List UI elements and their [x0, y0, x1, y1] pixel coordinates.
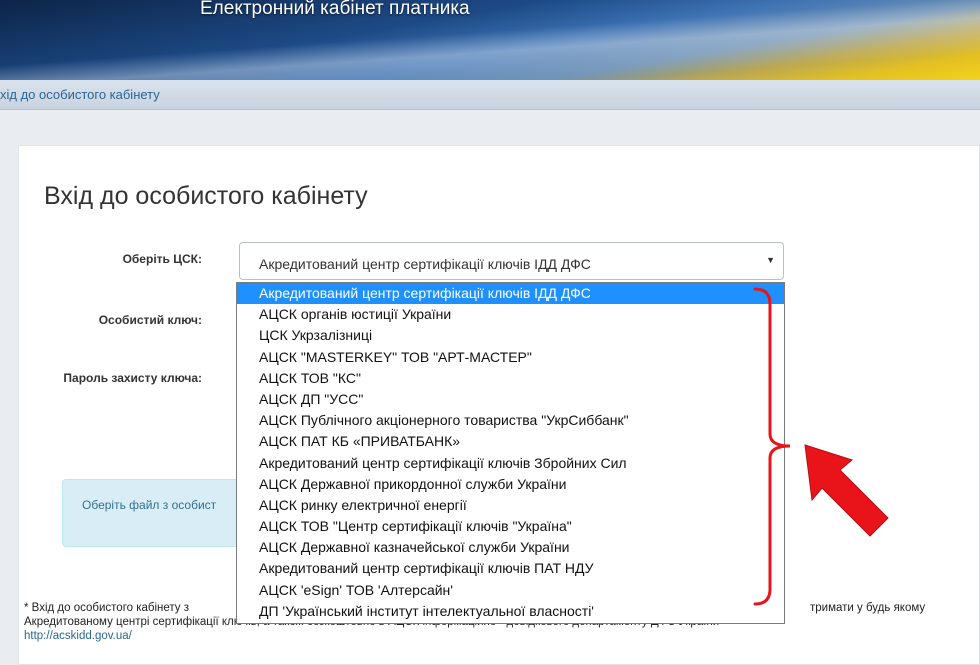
password-label: Пароль захисту ключа:: [63, 371, 202, 385]
dropdown-option[interactable]: Акредитований центр сертифікації ключів …: [237, 453, 784, 474]
dropdown-option[interactable]: АЦСК 'eSign' ТОВ 'Алтерсайн': [237, 580, 784, 601]
dropdown-option[interactable]: ЦСК Укрзалізниці: [237, 325, 784, 346]
csk-select[interactable]: Акредитований центр сертифікації ключів …: [239, 242, 784, 280]
header-banner: Електронний кабінет платника: [0, 0, 980, 80]
red-arrow-annotation: [804, 444, 889, 537]
info-text: Оберіть файл з особист: [82, 498, 217, 512]
acsk-link[interactable]: http://acskidd.gov.ua/: [24, 630, 132, 642]
dropdown-option[interactable]: АЦСК ТОВ "КС": [237, 368, 784, 389]
dropdown-option[interactable]: АЦСК Державної казначейської служби Укра…: [237, 537, 784, 558]
dropdown-option[interactable]: Акредитований центр сертифікації ключів …: [237, 283, 784, 305]
csk-label: Оберіть ЦСК:: [122, 252, 202, 266]
breadcrumb: хід до особистого кабінету: [0, 80, 980, 110]
dropdown-option[interactable]: АЦСК органів юстиції України: [237, 304, 784, 325]
page-title: Вхід до особистого кабінету: [44, 182, 368, 210]
dropdown-option[interactable]: АЦСК ринку електричної енергії: [237, 495, 784, 516]
dropdown-option[interactable]: АЦСК Державної прикордонної служби Украї…: [237, 474, 784, 495]
dropdown-option[interactable]: АЦСК ПАТ КБ «ПРИВАТБАНК»: [237, 431, 784, 452]
footnote-line1: * Вхід до особистого кабінету з: [24, 602, 190, 614]
csk-select-value: Акредитований центр сертифікації ключів …: [259, 256, 591, 272]
dropdown-option[interactable]: Акредитований центр сертифікації ключів …: [237, 558, 784, 579]
footnote-line1-end: тримати у будь якому: [810, 602, 926, 614]
chevron-down-icon[interactable]: ▼: [766, 255, 775, 265]
csk-dropdown-list[interactable]: Акредитований центр сертифікації ключів …: [236, 282, 785, 624]
dropdown-option[interactable]: АЦСК Публічного акціонерного товариства …: [237, 410, 784, 431]
dropdown-option[interactable]: АЦСК ТОВ "Центр сертифікації ключів "Укр…: [237, 516, 784, 537]
info-alert: [62, 479, 242, 547]
dropdown-option[interactable]: ДП 'Український інститут інтелектуальної…: [237, 601, 784, 622]
key-label: Особистий ключ:: [98, 313, 202, 327]
breadcrumb-link[interactable]: хід до особистого кабінету: [0, 87, 160, 102]
dropdown-option[interactable]: АЦСК "MASTERKEY" ТОВ "АРТ-МАСТЕР": [237, 347, 784, 368]
header-title: Електронний кабінет платника: [200, 0, 470, 19]
dropdown-option[interactable]: АЦСК ДП "УСС": [237, 389, 784, 410]
